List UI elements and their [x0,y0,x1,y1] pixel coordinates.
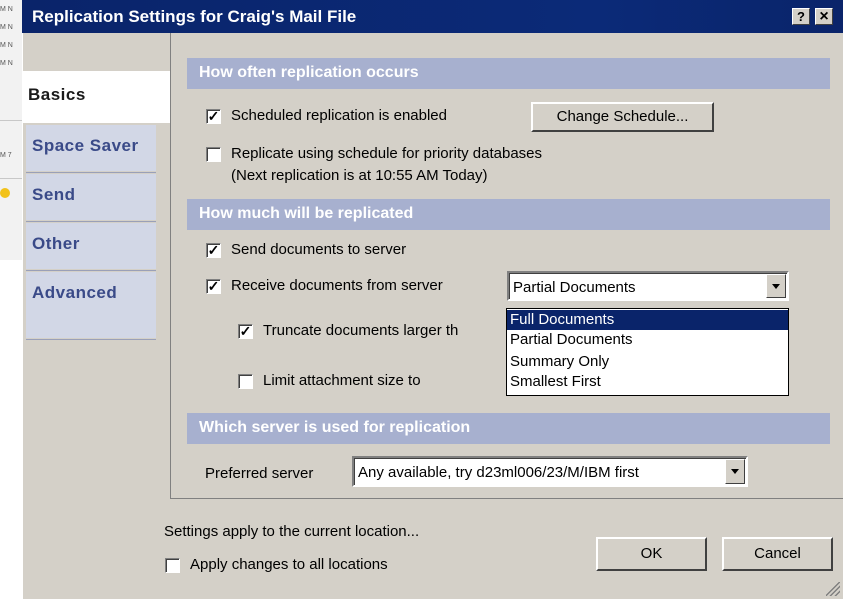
scheduled-enabled-checkbox[interactable]: ✓ [206,109,221,124]
apply-all-label[interactable]: Apply changes to all locations [190,556,388,573]
footer-note: Settings apply to the current location..… [164,523,420,540]
help-button[interactable]: ? [792,8,810,25]
dialog-title: Replication Settings for Craig's Mail Fi… [32,7,357,26]
priority-schedule-label[interactable]: Replicate using schedule for priority da… [231,145,542,162]
background-divider [0,178,24,179]
dropdown-option-summary-only[interactable]: Summary Only [507,352,788,372]
replication-settings-dialog: Replication Settings for Craig's Mail Fi… [22,0,843,599]
tab-divider [26,339,156,340]
tab-divider [26,221,156,222]
background-text: M N [0,42,13,49]
receive-mode-dropdown-list: Full Documents Partial Documents Summary… [506,308,789,396]
preferred-server-select[interactable]: Any available, try d23ml006/23/M/IBM fir… [352,456,748,487]
dropdown-arrow-icon[interactable] [766,274,786,298]
tab-advanced[interactable]: Advanced [26,272,156,338]
tab-space-saver[interactable]: Space Saver [26,125,156,171]
section-header-amount: How much will be replicated [187,199,830,230]
basics-panel: How often replication occurs ✓ Scheduled… [170,33,843,499]
limit-attachment-label[interactable]: Limit attachment size to [263,372,421,389]
send-documents-label[interactable]: Send documents to server [231,241,406,258]
background-text: M N [0,24,13,31]
tab-basics[interactable]: Basics [22,71,170,123]
tab-label: Advanced [32,283,118,302]
preferred-server-value: Any available, try d23ml006/23/M/IBM fir… [358,464,639,481]
tab-label: Space Saver [32,136,139,155]
cancel-button[interactable]: Cancel [722,537,833,571]
background-divider [0,120,24,121]
tab-other[interactable]: Other [26,223,156,269]
receive-mode-value: Partial Documents [513,279,636,296]
tab-divider [26,270,156,271]
tab-send[interactable]: Send [26,174,156,220]
resize-grip-icon[interactable] [826,582,840,596]
section-title: Which server is used for replication [199,419,471,436]
section-title: How much will be replicated [199,205,414,222]
scheduled-enabled-label[interactable]: Scheduled replication is enabled [231,107,447,124]
dropdown-arrow-icon[interactable] [725,459,745,484]
tab-label: Basics [28,85,86,104]
dropdown-option-partial-documents[interactable]: Partial Documents [507,330,788,350]
section-header-server: Which server is used for replication [187,413,830,444]
receive-documents-label[interactable]: Receive documents from server [231,277,443,294]
apply-all-checkbox[interactable] [165,558,180,573]
receive-mode-select[interactable]: Partial Documents [507,271,789,301]
background-text: M N [0,60,13,67]
tab-divider [26,172,156,173]
preferred-server-label: Preferred server [205,465,314,482]
background-text: M N [0,6,13,13]
change-schedule-button[interactable]: Change Schedule... [531,102,714,132]
truncate-documents-checkbox[interactable]: ✓ [238,324,253,339]
tab-label: Send [32,185,76,204]
send-documents-checkbox[interactable]: ✓ [206,243,221,258]
limit-attachment-checkbox[interactable] [238,374,253,389]
background-status-icon [0,188,10,198]
section-header-frequency: How often replication occurs [187,58,830,89]
next-replication-text: (Next replication is at 10:55 AM Today) [231,167,488,184]
ok-button[interactable]: OK [596,537,707,571]
section-title: How often replication occurs [199,64,419,81]
title-bar[interactable]: Replication Settings for Craig's Mail Fi… [22,0,843,33]
tab-label: Other [32,234,80,253]
priority-schedule-checkbox[interactable] [206,147,221,162]
settings-tabs: Basics Space Saver Send Other Advanced [22,33,170,343]
close-button[interactable]: × [815,8,833,25]
truncate-documents-label[interactable]: Truncate documents larger th [263,322,458,339]
dropdown-option-full-documents[interactable]: Full Documents [507,310,788,330]
receive-documents-checkbox[interactable]: ✓ [206,279,221,294]
dropdown-option-smallest-first[interactable]: Smallest First [507,372,788,392]
background-text: M 7 [0,152,12,159]
